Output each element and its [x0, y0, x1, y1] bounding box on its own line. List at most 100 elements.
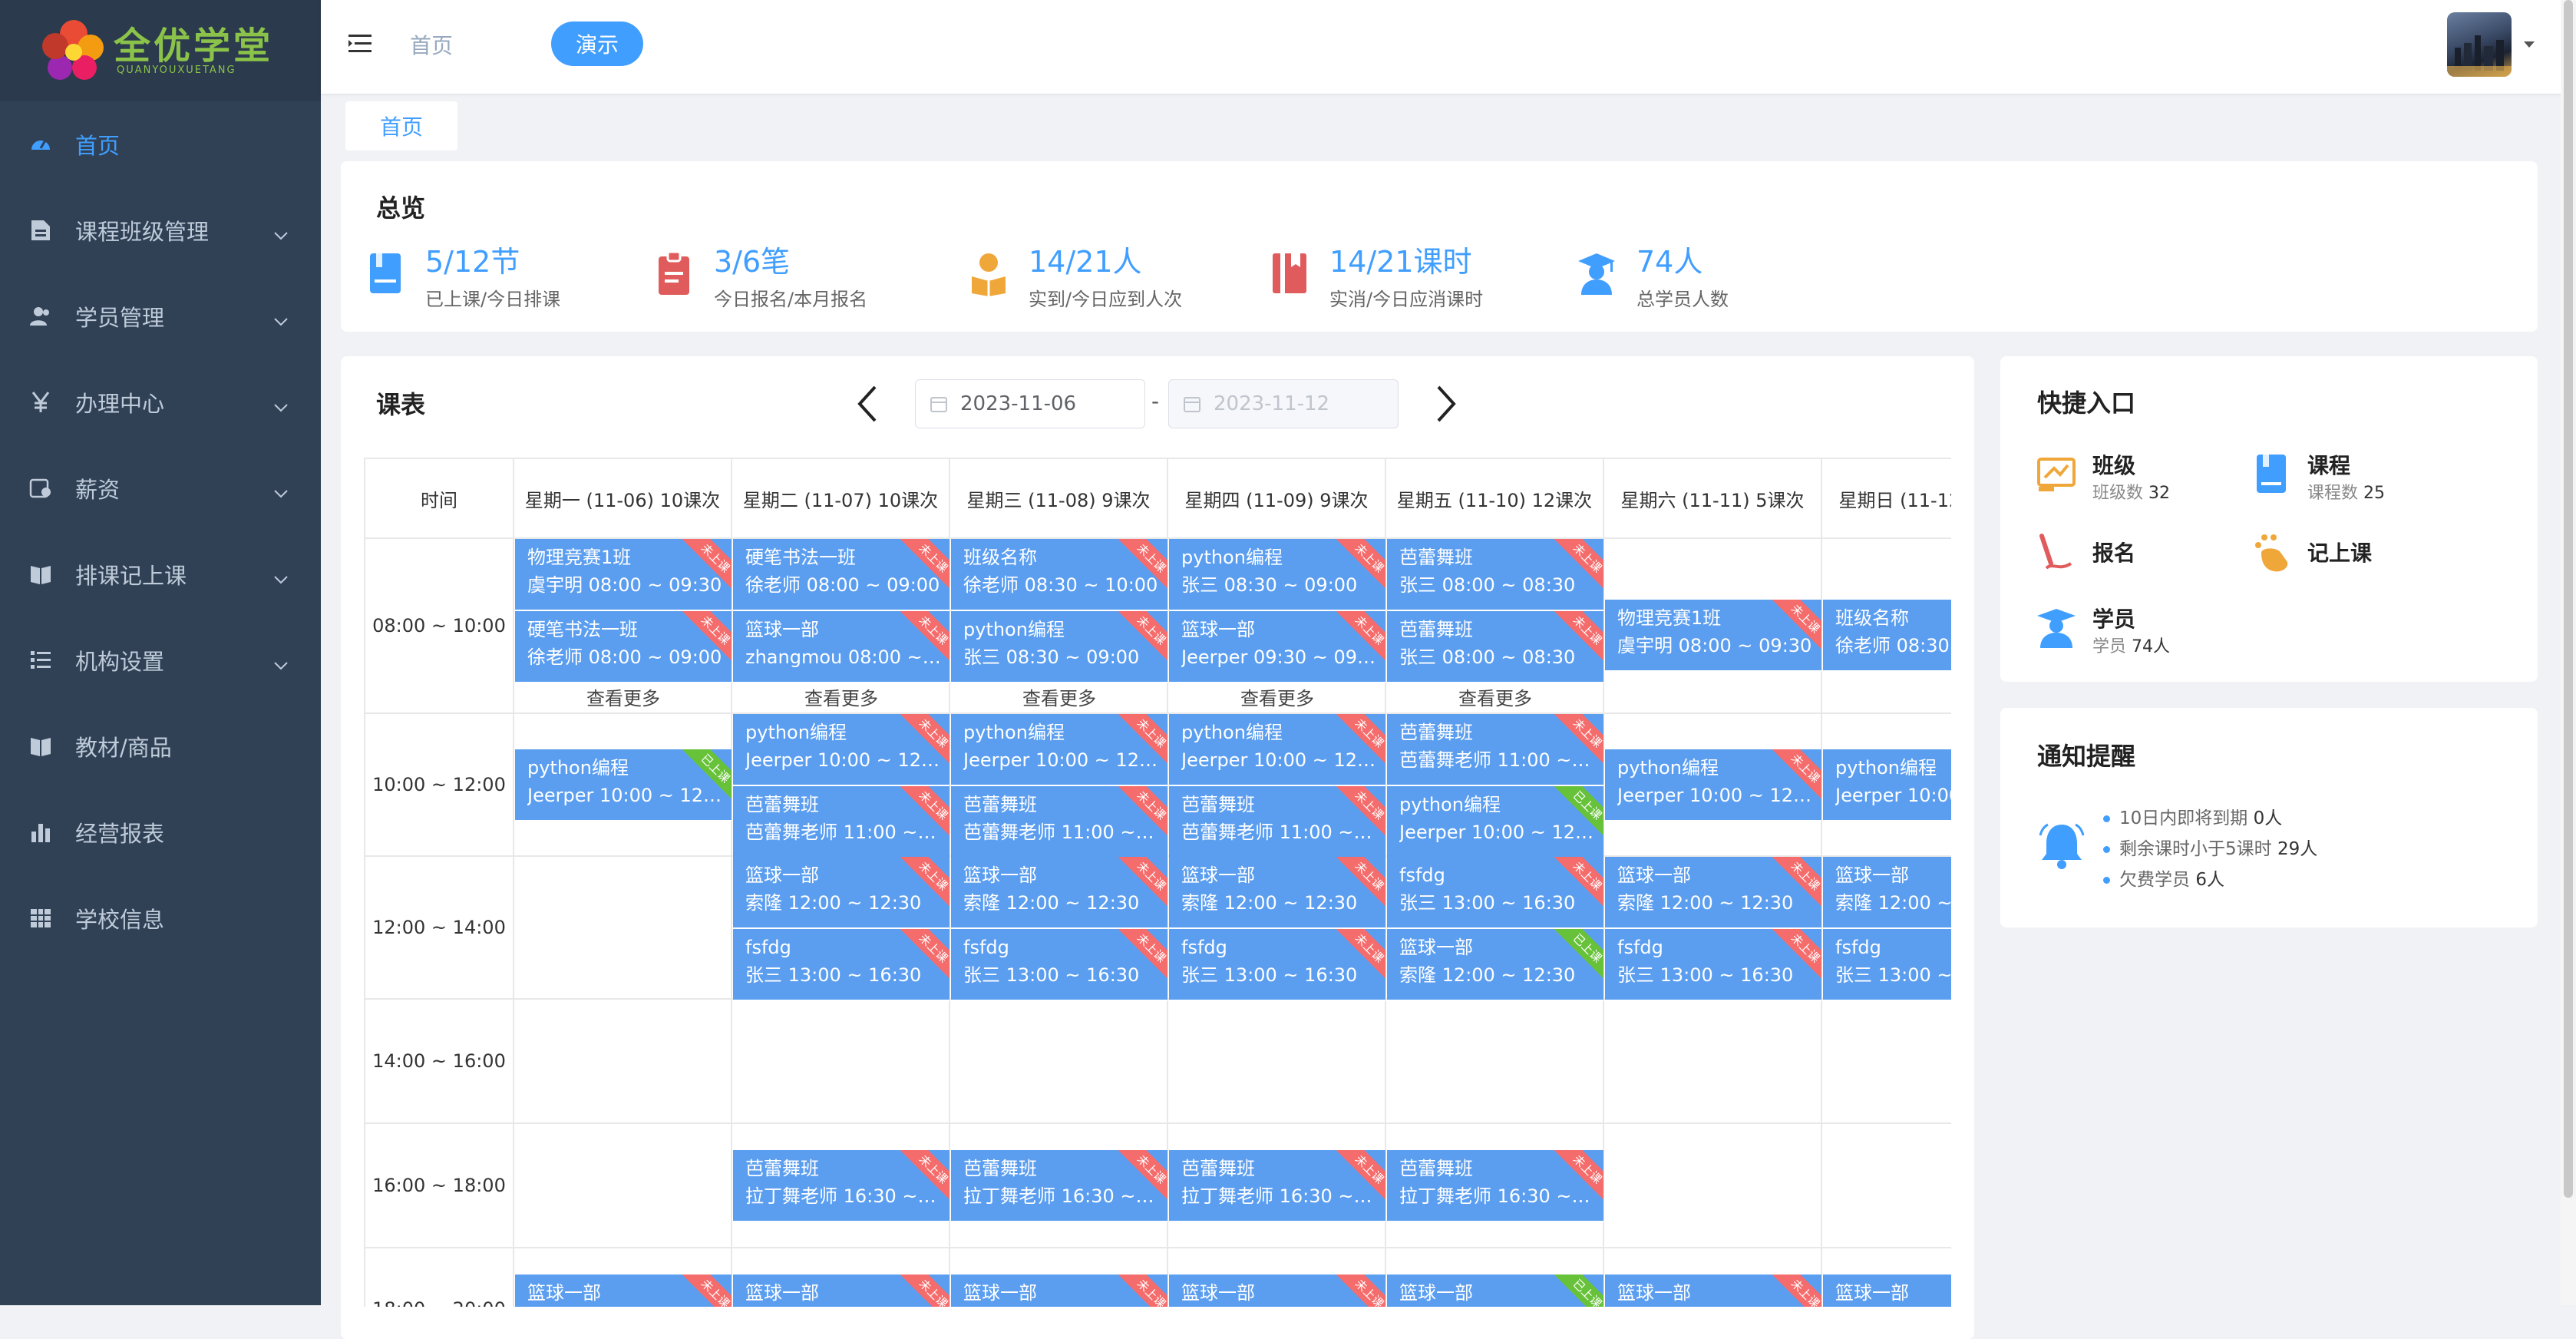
class-entry[interactable]: 篮球一部未上课	[1169, 1275, 1385, 1307]
stat-students: 74人 总学员人数	[1577, 244, 1729, 311]
class-entry[interactable]: 芭蕾舞班芭蕾舞老师 11:00 ~ 12:00未上课	[951, 786, 1167, 858]
class-entry[interactable]: 物理竞赛1班 虞宇明 08:00 ~ 09:30 未上课	[515, 539, 732, 611]
sidebar-item-8[interactable]: 经营报表	[0, 789, 321, 875]
class-entry[interactable]: 芭蕾舞班拉丁舞老师 16:30 ~ 18:00未上课	[1387, 1150, 1603, 1222]
schedule-cell[interactable]	[732, 1000, 950, 1124]
class-entry[interactable]: 芭蕾舞班拉丁舞老师 16:30 ~ 18:00未上课	[1169, 1150, 1385, 1222]
class-entry[interactable]: fsfdg张三 13:00 ~ 16:30未上课	[1605, 929, 1821, 1001]
hamburger-icon[interactable]	[347, 31, 373, 57]
class-entry[interactable]: 篮球一部未上课	[951, 1275, 1167, 1307]
class-entry[interactable]: fsfdg张三 13:00 ~ 16:30未上课	[733, 929, 949, 1001]
class-entry[interactable]: fsfdg张三 13:00 ~ 16:30未上课	[1387, 857, 1603, 929]
view-more-link[interactable]: 查看更多	[950, 683, 1168, 710]
view-more-link[interactable]: 查看更多	[1168, 683, 1386, 710]
chevron-right-icon[interactable]	[1432, 384, 1460, 424]
view-more-link[interactable]: 查看更多	[732, 683, 950, 710]
quick-course[interactable]: 课程 课程数 25	[2251, 453, 2385, 504]
class-entry[interactable]: python编程 Jeerper 10:00 ~ 12:00 已上课	[1387, 786, 1603, 858]
notice-item[interactable]: 欠费学员 6人	[2103, 865, 2317, 895]
class-entry[interactable]: python编程Jeerper 10:00 ~ 12:00未上课	[733, 714, 949, 786]
attendance-hand-icon	[2255, 534, 2288, 572]
sidebar-item-5[interactable]: 排课记上课	[0, 531, 321, 617]
class-entry[interactable]: python编程 张三 08:30 ~ 09:00 未上课	[1169, 539, 1385, 611]
schedule-cell[interactable]	[514, 1124, 732, 1248]
class-entry[interactable]: 篮球一部未上课	[1605, 1275, 1821, 1307]
class-entry[interactable]: python编程 张三 08:30 ~ 09:00 未上课	[951, 611, 1167, 683]
tag-home[interactable]: 首页	[345, 101, 457, 150]
page-scrollbar-thumb[interactable]	[2564, 0, 2573, 1198]
chevron-left-icon[interactable]	[854, 384, 881, 424]
class-entry[interactable]: fsfdg张三 13:00 ~ 16:30未上课	[951, 929, 1167, 1001]
class-entry[interactable]: 篮球一部zhangmou 08:00 ~ 10:00未上课	[733, 611, 949, 683]
class-detail: 张三 13:00 ~ 16:30	[963, 964, 1140, 986]
start-date-input[interactable]: 2023-11-06	[915, 379, 1145, 428]
schedule-cell[interactable]	[1822, 1124, 1951, 1248]
quick-student[interactable]: 学员 学员 74人	[2036, 607, 2170, 657]
class-entry[interactable]: 篮球一部索隆 12:00 ~ 12:30未上课	[1823, 857, 1951, 929]
schedule-cell[interactable]	[1386, 1000, 1604, 1124]
class-entry[interactable]: 硬笔书法一班 徐老师 08:00 ~ 09:00 未上课	[733, 539, 949, 611]
class-entry[interactable]: 篮球一部索隆 12:00 ~ 12:30未上课	[1605, 857, 1821, 929]
class-entry[interactable]: 芭蕾舞班拉丁舞老师 16:30 ~ 18:00未上课	[951, 1150, 1167, 1222]
class-entry[interactable]: 芭蕾舞班芭蕾舞老师 11:00 ~ 12:00未上课	[1387, 714, 1603, 786]
demo-button[interactable]: 演示	[551, 21, 643, 66]
schedule-cell[interactable]	[514, 857, 732, 1000]
sidebar-item-7[interactable]: 教材/商品	[0, 703, 321, 789]
quick-class[interactable]: 班级 班级数 32	[2036, 453, 2170, 504]
notice-text: 剩余课时小于5课时	[2119, 839, 2272, 859]
breadcrumb[interactable]: 首页	[410, 29, 453, 60]
notice-item[interactable]: 剩余课时小于5课时 29人	[2103, 834, 2317, 865]
class-entry[interactable]: 篮球一部 已上课	[1387, 1275, 1603, 1307]
sidebar-item-3[interactable]: 办理中心	[0, 359, 321, 445]
class-entry[interactable]: 篮球一部索隆 12:00 ~ 12:30未上课	[951, 857, 1167, 929]
notice-item[interactable]: 10日内即将到期 0人	[2103, 803, 2317, 834]
class-entry[interactable]: 篮球一部 索隆 12:00 ~ 12:30 已上课	[1387, 929, 1603, 1001]
schedule-cell[interactable]	[1822, 1000, 1951, 1124]
schedule-cell[interactable]	[514, 1000, 732, 1124]
class-entry[interactable]: 芭蕾舞班芭蕾舞老师 11:00 ~ 12:00未上课	[733, 786, 949, 858]
class-detail: 张三 13:00 ~ 16:30	[1399, 892, 1576, 914]
class-entry[interactable]: 篮球一部索隆 12:00 ~ 12:30未上课	[733, 857, 949, 929]
avatar[interactable]	[2447, 12, 2512, 77]
view-more-link[interactable]: 查看更多	[514, 683, 732, 710]
class-entry[interactable]: 芭蕾舞班 张三 08:00 ~ 08:30 未上课	[1387, 539, 1603, 611]
quick-signup[interactable]: 报名	[2036, 533, 2135, 574]
logo[interactable]: 全优学堂 QUANYOUXUETANG	[0, 0, 321, 101]
schedule-cell[interactable]	[1168, 1000, 1386, 1124]
class-entry[interactable]: python编程Jeerper 10:00 ~ 12:00未上课	[1605, 749, 1821, 822]
class-entry[interactable]: 篮球一部索隆 12:00 ~ 12:30未上课	[1169, 857, 1385, 929]
class-entry[interactable]: fsfdg张三 13:00 ~ 16:30未上课	[1169, 929, 1385, 1001]
class-entry[interactable]: 篮球一部未上课	[515, 1275, 732, 1307]
stat-attendance: 14/21人 实到/今日应到人次	[969, 244, 1182, 311]
sidebar-item-0[interactable]: 首页	[0, 101, 321, 187]
caret-down-icon[interactable]	[2522, 40, 2536, 49]
sidebar-item-label: 薪资	[75, 477, 121, 503]
schedule-table[interactable]: 时间 星期一 (11-06) 10课次 星期二 (11-07) 10课次 星期三 (1…	[364, 458, 1951, 1307]
class-entry[interactable]: 班级名称徐老师 08:30 ~ 10:00未上课	[951, 539, 1167, 611]
sidebar-item-9[interactable]: 学校信息	[0, 875, 321, 961]
sidebar-item-6[interactable]: 机构设置	[0, 617, 321, 703]
quick-attendance[interactable]: 记上课	[2251, 533, 2372, 574]
class-entry[interactable]: python编程Jeerper 10:00 ~ 12:00未上课	[951, 714, 1167, 786]
class-entry[interactable]: 芭蕾舞班 张三 08:00 ~ 08:30 未上课	[1387, 611, 1603, 683]
class-entry[interactable]: 班级名称徐老师 08:30 ~ 10:00未上课	[1823, 600, 1951, 672]
class-entry[interactable]: 芭蕾舞班芭蕾舞老师 11:00 ~ 12:00未上课	[1169, 786, 1385, 858]
sidebar-item-4[interactable]: 薪资	[0, 445, 321, 531]
schedule-cell[interactable]	[1604, 1124, 1822, 1248]
class-entry[interactable]: 芭蕾舞班拉丁舞老师 16:30 ~ 18:00未上课	[733, 1150, 949, 1222]
schedule-cell[interactable]	[950, 1000, 1168, 1124]
class-entry[interactable]: 篮球一部未上课	[733, 1275, 949, 1307]
class-entry[interactable]: fsfdg张三 13:00 ~ 16:30未上课	[1823, 929, 1951, 1001]
view-more-link[interactable]: 查看更多	[1386, 683, 1604, 710]
class-entry[interactable]: python编程 Jeerper 10:00 ~ 12:00 已上课	[515, 749, 732, 822]
sidebar-item-2[interactable]: 学员管理	[0, 273, 321, 359]
class-entry[interactable]: 硬笔书法一班 徐老师 08:00 ~ 09:00 未上课	[515, 611, 732, 683]
class-entry[interactable]: 篮球一部 Jeerper 09:30 ~ 09:00 未上课	[1169, 611, 1385, 683]
class-entry[interactable]: 物理竞赛1班 虞宇明 08:00 ~ 09:30 未上课	[1605, 600, 1821, 672]
class-entry[interactable]: python编程Jeerper 10:00 ~ 12:00未上课	[1823, 749, 1951, 822]
class-entry[interactable]: 篮球一部未上课	[1823, 1275, 1951, 1307]
class-entry[interactable]: python编程Jeerper 10:00 ~ 12:00未上课	[1169, 714, 1385, 786]
sidebar-item-1[interactable]: 课程班级管理	[0, 187, 321, 273]
stat-label: 今日报名/本月报名	[714, 289, 868, 310]
schedule-cell[interactable]	[1604, 1000, 1822, 1124]
